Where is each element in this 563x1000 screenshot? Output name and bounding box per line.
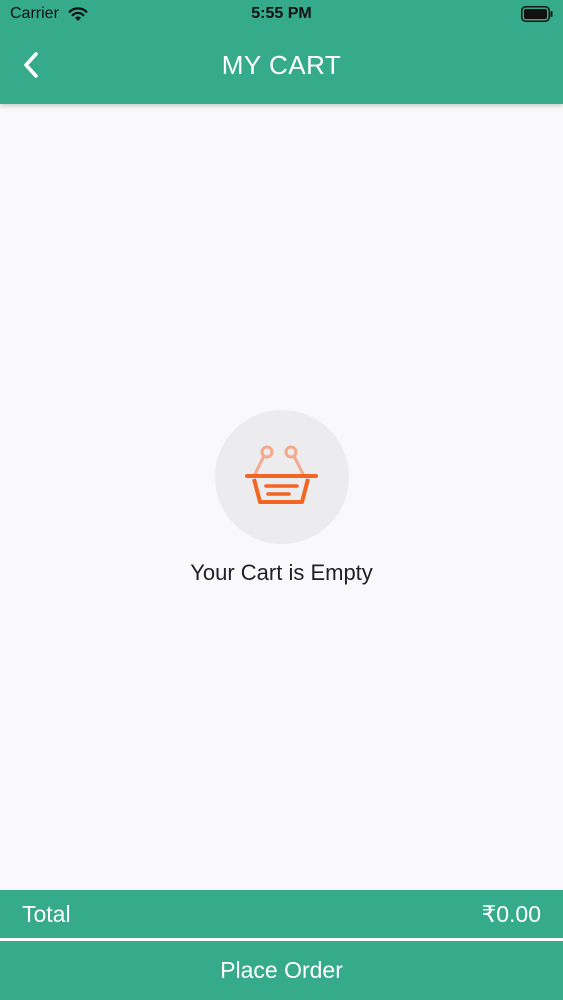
total-label: Total [22, 901, 71, 927]
status-bar: Carrier 5:55 PM [0, 0, 563, 30]
nav-bar: MY CART [0, 30, 563, 104]
total-value: ₹0.00 [481, 901, 541, 927]
battery-icon [521, 6, 553, 22]
total-bar: Total ₹0.00 [0, 890, 563, 938]
page-title: MY CART [221, 50, 342, 80]
app-header: Carrier 5:55 PM MY CART [0, 0, 563, 104]
basket-icon-circle [214, 410, 349, 544]
clock-time: 5:55 PM [251, 5, 312, 22]
place-order-button[interactable]: Place Order [0, 941, 563, 1000]
basket-icon [244, 445, 318, 504]
empty-cart-state: Your Cart is Empty [0, 410, 563, 586]
empty-cart-message: Your Cart is Empty [190, 560, 373, 585]
